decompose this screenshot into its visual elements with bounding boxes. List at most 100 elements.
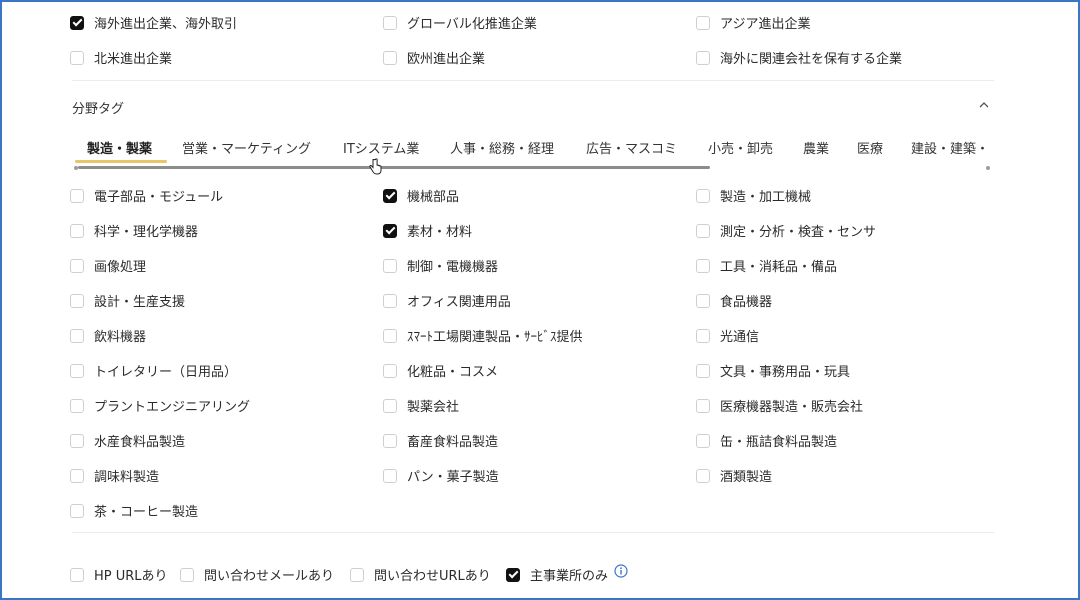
tab-3[interactable]: 人事・総務・経理: [450, 138, 554, 157]
field-tag-option[interactable]: 製造・加工機械: [696, 186, 811, 205]
checkbox[interactable]: [70, 503, 84, 518]
checkbox[interactable]: [383, 15, 397, 30]
checkbox[interactable]: [696, 293, 710, 308]
filter-option[interactable]: HP URLあり: [70, 565, 168, 584]
checkbox[interactable]: [383, 293, 397, 308]
field-tag-option[interactable]: パン・菓子製造: [383, 466, 499, 485]
checkbox[interactable]: [696, 258, 710, 273]
checkbox[interactable]: [696, 398, 710, 413]
region-option[interactable]: 北米進出企業: [70, 48, 172, 67]
field-tag-option[interactable]: プラントエンジニアリング: [70, 396, 250, 415]
region-option[interactable]: グローバル化推進企業: [383, 13, 537, 32]
checkbox-checked[interactable]: [383, 223, 397, 238]
region-option[interactable]: 海外に関連会社を保有する企業: [696, 48, 902, 67]
field-tag-option[interactable]: ｽﾏｰﾄ工場関連製品・ｻｰﾋﾞｽ提供: [383, 326, 583, 345]
checkbox-checked[interactable]: [383, 188, 397, 203]
tab-7[interactable]: 医療: [857, 138, 883, 157]
field-tag-option[interactable]: 調味料製造: [70, 466, 159, 485]
checkbox-label: 製薬会社: [407, 400, 460, 415]
checkbox[interactable]: [70, 50, 84, 65]
tab-6[interactable]: 農業: [803, 138, 829, 157]
field-tag-option[interactable]: 画像処理: [70, 256, 146, 275]
checkbox[interactable]: [70, 188, 84, 203]
tab-0[interactable]: 製造・製薬: [87, 138, 152, 157]
region-option[interactable]: アジア進出企業: [696, 13, 810, 32]
filter-option[interactable]: 問い合わせURLあり: [350, 565, 491, 584]
field-tag-option[interactable]: 水産食料品製造: [70, 431, 185, 450]
checkbox[interactable]: [696, 468, 710, 483]
checkbox[interactable]: [70, 433, 84, 448]
field-tag-option[interactable]: 食品機器: [696, 291, 772, 310]
field-tag-option[interactable]: 設計・生産支援: [70, 291, 185, 310]
checkbox[interactable]: [383, 398, 397, 413]
checkbox[interactable]: [696, 15, 710, 30]
field-tag-option[interactable]: 畜産食料品製造: [383, 431, 498, 450]
tab-5[interactable]: 小売・卸売: [708, 138, 773, 157]
filter-option[interactable]: 主事業所のみ: [506, 565, 608, 584]
field-tag-option[interactable]: 光通信: [696, 326, 759, 345]
checkbox-label: 工具・消耗品・備品: [720, 260, 838, 275]
tabs-scrollbar[interactable]: [78, 166, 710, 169]
field-tag-option[interactable]: 制御・電機機器: [383, 256, 498, 275]
checkbox[interactable]: [383, 328, 397, 343]
field-tag-option[interactable]: 機械部品: [383, 186, 459, 205]
field-tag-option[interactable]: 化粧品・コスメ: [383, 361, 498, 380]
chevron-up-icon[interactable]: [978, 99, 990, 111]
checkbox-checked[interactable]: [506, 567, 520, 582]
tab-8[interactable]: 建設・建築・: [911, 138, 989, 157]
checkbox-checked[interactable]: [70, 15, 84, 30]
checkbox[interactable]: [696, 433, 710, 448]
field-tag-option[interactable]: 素材・材料: [383, 221, 472, 240]
checkbox[interactable]: [70, 258, 84, 273]
field-tag-option[interactable]: 飲料機器: [70, 326, 146, 345]
checkbox[interactable]: [696, 188, 710, 203]
checkbox-label: 海外に関連会社を保有する企業: [720, 52, 903, 67]
field-tag-option[interactable]: 測定・分析・検査・センサ: [696, 221, 876, 240]
checkbox[interactable]: [70, 363, 84, 378]
checkbox[interactable]: [383, 468, 397, 483]
field-tags-title: 分野タグ: [72, 102, 125, 117]
checkbox[interactable]: [70, 223, 84, 238]
checkbox[interactable]: [383, 433, 397, 448]
info-circle-icon[interactable]: [614, 564, 628, 578]
region-option[interactable]: 欧州進出企業: [383, 48, 485, 67]
checkbox[interactable]: [383, 258, 397, 273]
checkbox-label: 酒類製造: [720, 470, 773, 485]
field-tag-option[interactable]: 製薬会社: [383, 396, 459, 415]
field-tag-option[interactable]: 茶・コーヒー製造: [70, 501, 198, 520]
filter-option[interactable]: 問い合わせメールあり: [180, 565, 334, 584]
checkbox[interactable]: [70, 567, 84, 582]
checkbox-label: トイレタリー（日用品）: [94, 365, 238, 380]
checkbox[interactable]: [70, 398, 84, 413]
checkbox[interactable]: [696, 50, 710, 65]
field-tag-option[interactable]: オフィス関連用品: [383, 291, 511, 310]
tab-4[interactable]: 広告・マスコミ: [586, 138, 677, 157]
checkbox[interactable]: [70, 293, 84, 308]
region-option[interactable]: 海外進出企業、海外取引: [70, 13, 237, 32]
checkbox-label: 電子部品・モジュール: [94, 190, 224, 205]
field-tag-option[interactable]: 文具・事務用品・玩具: [696, 361, 850, 380]
checkbox[interactable]: [180, 567, 194, 582]
checkbox[interactable]: [696, 223, 710, 238]
field-tag-option[interactable]: 缶・瓶詰食料品製造: [696, 431, 837, 450]
checkbox[interactable]: [696, 328, 710, 343]
checkbox[interactable]: [70, 468, 84, 483]
field-tag-option[interactable]: 科学・理化学機器: [70, 221, 198, 240]
field-tag-option[interactable]: 酒類製造: [696, 466, 772, 485]
checkbox-label: 茶・コーヒー製造: [94, 505, 199, 520]
checkbox-label: 医療機器製造・販売会社: [720, 400, 864, 415]
divider-top: [72, 80, 994, 81]
tab-2[interactable]: ITシステム業: [343, 138, 419, 157]
checkbox[interactable]: [696, 363, 710, 378]
scroll-end-left: [74, 166, 78, 170]
checkbox[interactable]: [350, 567, 364, 582]
field-tag-option[interactable]: トイレタリー（日用品）: [70, 361, 237, 380]
field-tag-option[interactable]: 工具・消耗品・備品: [696, 256, 837, 275]
checkbox[interactable]: [383, 363, 397, 378]
field-tag-option[interactable]: 電子部品・モジュール: [70, 186, 223, 205]
checkbox-label: 化粧品・コスメ: [407, 365, 499, 380]
checkbox[interactable]: [70, 328, 84, 343]
checkbox[interactable]: [383, 50, 397, 65]
tab-1[interactable]: 営業・マーケティング: [182, 138, 311, 157]
field-tag-option[interactable]: 医療機器製造・販売会社: [696, 396, 863, 415]
